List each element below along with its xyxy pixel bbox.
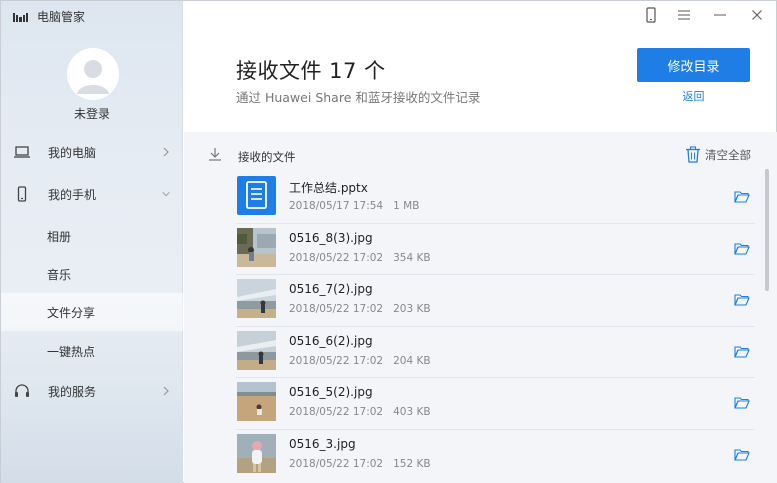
phone-outline-icon[interactable] xyxy=(641,5,661,25)
back-link[interactable]: 返回 xyxy=(637,88,750,104)
app-logo-icon xyxy=(13,12,28,22)
sidebar-item-my-computer[interactable]: 我的电脑 xyxy=(1,133,183,171)
sidebar-subitem-album[interactable]: 相册 xyxy=(1,217,183,255)
file-name: 0516_8(3).jpg xyxy=(289,230,373,245)
received-files-panel: 接收的文件 清空全部 工作总结.pptx 2018/05/17 17:54 1 … xyxy=(184,132,777,483)
list-item[interactable]: 工作总结.pptx 2018/05/17 17:54 1 MB xyxy=(236,172,755,224)
file-thumbnail xyxy=(237,279,276,319)
photo-thumbnail-icon xyxy=(237,382,276,422)
app-window: 电脑管家 未登录 我的电脑 我的手机 相册 音乐 文件分享 一键热点 我的服务 … xyxy=(0,0,777,483)
login-status[interactable]: 未登录 xyxy=(1,105,183,122)
open-folder-icon[interactable] xyxy=(734,242,750,255)
open-folder-icon[interactable] xyxy=(734,396,750,409)
close-icon[interactable] xyxy=(747,5,767,25)
headset-icon xyxy=(15,384,29,397)
file-date: 2018/05/22 17:02 xyxy=(289,354,384,367)
open-folder-icon[interactable] xyxy=(734,293,750,306)
list-item[interactable]: 0516_3.jpg 2018/05/22 17:02 152 KB xyxy=(236,430,755,482)
change-directory-button[interactable]: 修改目录 xyxy=(637,48,750,82)
file-meta: 2018/05/22 17:02 203 KB xyxy=(289,303,431,315)
list-item[interactable]: 0516_6(2).jpg 2018/05/22 17:02 204 KB xyxy=(236,327,755,379)
file-name: 0516_5(2).jpg xyxy=(289,385,373,400)
chevron-down-icon xyxy=(162,191,170,197)
sidebar-item-label: 我的服务 xyxy=(48,384,97,399)
clear-all-label: 清空全部 xyxy=(705,147,751,162)
open-folder-icon[interactable] xyxy=(734,190,750,203)
file-thumbnail xyxy=(237,382,276,422)
file-size: 204 KB xyxy=(393,354,431,367)
sidebar-item-label: 我的电脑 xyxy=(48,145,97,160)
file-name: 工作总结.pptx xyxy=(289,181,368,195)
file-meta: 2018/05/22 17:02 152 KB xyxy=(289,458,431,470)
list-item[interactable]: 0516_7(2).jpg 2018/05/22 17:02 203 KB xyxy=(236,275,755,327)
download-icon xyxy=(209,148,221,161)
file-size: 203 KB xyxy=(393,303,431,316)
file-date: 2018/05/22 17:02 xyxy=(289,303,384,316)
file-list: 工作总结.pptx 2018/05/17 17:54 1 MB 0516_8(3… xyxy=(236,172,755,482)
sidebar-item-my-service[interactable]: 我的服务 xyxy=(1,372,183,410)
phone-icon xyxy=(17,186,27,202)
photo-thumbnail-icon xyxy=(237,279,276,319)
sidebar-subitem-label: 音乐 xyxy=(47,267,72,282)
panel-title: 接收的文件 xyxy=(238,150,296,164)
menu-icon[interactable] xyxy=(674,5,694,25)
file-size: 1 MB xyxy=(393,200,420,212)
sidebar-subitem-music[interactable]: 音乐 xyxy=(1,255,183,293)
file-thumbnail xyxy=(237,227,276,267)
chevron-right-icon xyxy=(163,147,169,157)
file-thumbnail xyxy=(237,433,276,473)
app-brand: 电脑管家 xyxy=(13,8,85,25)
sidebar-subitem-file-share[interactable]: 文件分享 xyxy=(1,293,183,331)
file-date: 2018/05/22 17:02 xyxy=(289,406,384,419)
file-name: 0516_7(2).jpg xyxy=(289,282,373,297)
open-folder-icon[interactable] xyxy=(734,448,750,461)
photo-thumbnail-icon xyxy=(237,330,276,370)
chevron-right-icon xyxy=(163,386,169,396)
file-thumbnail xyxy=(237,176,276,215)
file-date: 2018/05/17 17:54 xyxy=(289,200,384,212)
sidebar-subitem-label: 一键热点 xyxy=(47,344,96,359)
file-size: 403 KB xyxy=(393,406,431,419)
panel-header: 接收的文件 清空全部 xyxy=(184,132,777,172)
file-size: 354 KB xyxy=(393,251,431,264)
photo-thumbnail-icon xyxy=(237,227,276,267)
list-item[interactable]: 0516_5(2).jpg 2018/05/22 17:02 403 KB xyxy=(236,378,755,430)
avatar[interactable] xyxy=(67,48,119,100)
file-meta: 2018/05/22 17:02 354 KB xyxy=(289,252,431,264)
file-date: 2018/05/22 17:02 xyxy=(289,251,384,264)
page-title: 接收文件 17 个 xyxy=(236,59,386,83)
file-size: 152 KB xyxy=(393,457,431,470)
sidebar-item-my-phone[interactable]: 我的手机 xyxy=(1,175,183,213)
sidebar-subitem-hotspot[interactable]: 一键热点 xyxy=(1,332,183,370)
laptop-icon xyxy=(14,146,30,158)
document-icon xyxy=(237,176,276,215)
trash-icon xyxy=(686,146,700,163)
sidebar-subitem-label: 相册 xyxy=(47,229,72,244)
list-item[interactable]: 0516_8(3).jpg 2018/05/22 17:02 354 KB xyxy=(236,224,755,276)
sidebar: 电脑管家 未登录 我的电脑 我的手机 相册 音乐 文件分享 一键热点 我的服务 xyxy=(1,1,183,483)
file-thumbnail xyxy=(237,330,276,370)
clear-all-button[interactable]: 清空全部 xyxy=(685,146,751,163)
app-title: 电脑管家 xyxy=(37,10,86,24)
file-date: 2018/05/22 17:02 xyxy=(289,457,384,470)
photo-thumbnail-icon xyxy=(237,433,276,473)
page-subtitle: 通过 Huawei Share 和蓝牙接收的文件记录 xyxy=(236,90,481,105)
file-meta: 2018/05/22 17:02 403 KB xyxy=(289,406,431,418)
sidebar-item-label: 我的手机 xyxy=(48,187,97,202)
sidebar-subitem-label: 文件分享 xyxy=(47,305,96,320)
file-name: 0516_3.jpg xyxy=(289,436,356,451)
user-silhouette-icon xyxy=(67,48,119,100)
file-meta: 2018/05/22 17:02 204 KB xyxy=(289,355,431,367)
open-folder-icon[interactable] xyxy=(734,345,750,358)
minimize-icon[interactable] xyxy=(710,5,730,25)
list-scrollbar[interactable] xyxy=(765,169,769,291)
file-name: 0516_6(2).jpg xyxy=(289,333,373,348)
file-meta: 2018/05/17 17:54 1 MB xyxy=(289,200,419,212)
